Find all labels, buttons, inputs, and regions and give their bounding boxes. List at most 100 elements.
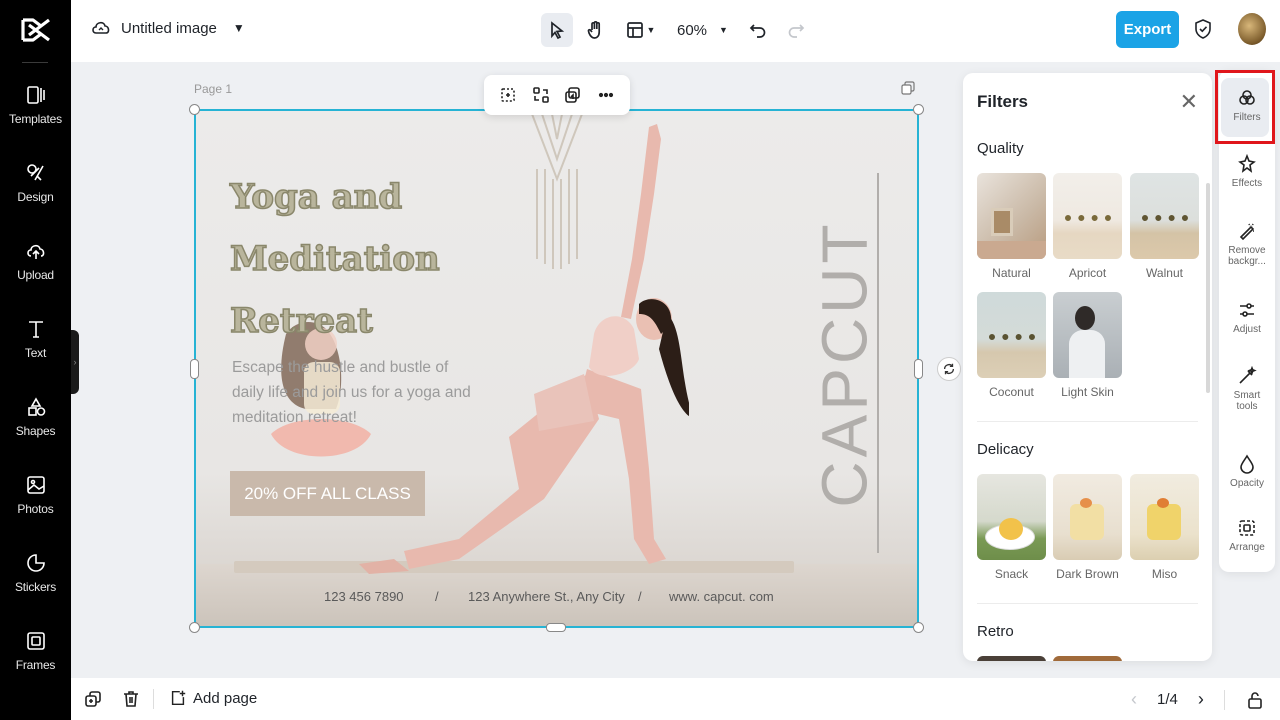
sidebar-item-upload[interactable]: Upload	[0, 240, 71, 306]
duplicate-page-icon[interactable]	[901, 81, 915, 95]
resize-handle-top-right[interactable]	[913, 104, 924, 115]
add-page-icon	[171, 690, 186, 706]
brand-text: CAPCUT	[809, 220, 881, 508]
sidebar-item-frames[interactable]: Frames	[0, 630, 71, 696]
sidebar-item-photos[interactable]: Photos	[0, 474, 71, 540]
chevron-left-icon[interactable]: ‹	[1131, 689, 1137, 710]
filter-thumb-miso[interactable]	[1130, 474, 1199, 560]
chevron-down-icon: ▼	[646, 25, 656, 35]
design-icon	[26, 164, 44, 181]
sidebar-item-templates[interactable]: Templates	[0, 84, 71, 150]
duplicate-button[interactable]	[83, 689, 103, 709]
sidebar-item-label: Stickers	[14, 580, 57, 594]
resize-handle-right[interactable]	[914, 359, 923, 379]
select-tool-button[interactable]	[541, 13, 573, 47]
adjust-icon	[1240, 303, 1254, 317]
sidebar-item-label: Design	[17, 190, 54, 204]
sidebar-item-text[interactable]: Text	[0, 318, 71, 384]
chevron-right-icon[interactable]: ›	[1198, 689, 1204, 710]
resize-handle-bottom-left[interactable]	[189, 622, 200, 633]
crop-icon[interactable]	[499, 86, 517, 104]
cloud-sync-icon	[92, 21, 110, 34]
rail-item-label: Arrange	[1229, 542, 1265, 553]
close-icon[interactable]: ✕	[1180, 89, 1198, 115]
section-title-quality: Quality	[977, 140, 1024, 157]
cake-decoration	[1147, 504, 1181, 540]
heading-line-3[interactable]: Retreat	[229, 300, 373, 342]
resize-handle-bottom[interactable]	[546, 623, 566, 632]
contact-address[interactable]: 123 Anywhere St., Any City	[468, 589, 625, 604]
filter-thumb-dark-brown[interactable]	[1053, 474, 1122, 560]
filter-label: Snack	[994, 567, 1029, 581]
chevron-down-icon: ▼	[232, 21, 245, 35]
more-icon[interactable]	[597, 86, 615, 104]
duplicate-icon	[85, 691, 101, 707]
rail-item-arrange[interactable]: Arrange	[1219, 518, 1275, 553]
chevron-down-icon: ▼	[719, 25, 728, 35]
top-bar: Untitled image ▼ ▼ 60% ▼ Export	[71, 0, 1280, 62]
contact-phone[interactable]: 123 456 7890	[324, 589, 404, 604]
filter-thumb-walnut[interactable]	[1130, 173, 1199, 259]
section-divider	[977, 421, 1198, 422]
rail-item-label: Remove backgr...	[1228, 245, 1266, 267]
zoom-control[interactable]: 60% ▼	[669, 22, 736, 39]
filter-thumb-light-skin[interactable]	[1053, 292, 1122, 378]
filters-header: Filters ✕	[963, 73, 1212, 130]
zoom-value: 60%	[677, 21, 708, 39]
rail-item-effects[interactable]: Effects	[1219, 154, 1275, 189]
sidebar-item-design[interactable]: Design	[0, 162, 71, 228]
hand-icon	[587, 21, 601, 39]
undo-button[interactable]	[742, 13, 774, 47]
filter-label: Coconut	[989, 385, 1034, 399]
sidebar-item-stickers[interactable]: Stickers	[0, 552, 71, 618]
shapes-icon	[27, 397, 45, 416]
remove-background-icon	[1239, 223, 1255, 241]
shield-icon[interactable]	[1192, 18, 1214, 40]
design-canvas[interactable]: Yoga and Meditation Retreat Escape the h…	[194, 109, 919, 628]
scrollbar[interactable]	[1206, 183, 1210, 393]
contact-website[interactable]: www. capcut. com	[669, 589, 774, 604]
layout-icon	[626, 22, 643, 38]
filter-thumb-natural[interactable]	[977, 173, 1046, 259]
section-divider	[977, 603, 1198, 604]
resize-handle-top-left[interactable]	[189, 104, 200, 115]
fruit-decoration	[1157, 498, 1169, 508]
filter-thumb-coconut[interactable]	[977, 292, 1046, 378]
filter-thumb-apricot[interactable]	[1053, 173, 1122, 259]
rail-item-remove-background[interactable]: Remove backgr...	[1219, 221, 1275, 267]
filter-thumb-retro-2[interactable]	[1053, 656, 1122, 661]
sidebar-collapse-toggle[interactable]: ›	[71, 330, 79, 394]
document-title[interactable]: Untitled image ▼	[91, 18, 245, 38]
redo-button[interactable]	[780, 13, 812, 47]
rail-item-adjust[interactable]: Adjust	[1219, 300, 1275, 335]
photos-icon	[26, 476, 45, 494]
document-title-text: Untitled image	[121, 19, 217, 37]
discount-badge[interactable]: 20% OFF ALL CLASS	[230, 471, 425, 516]
layout-tool-button[interactable]: ▼	[617, 13, 663, 47]
resize-handle-left[interactable]	[190, 359, 199, 379]
heading-line-2[interactable]: Meditation	[229, 238, 440, 280]
smart-tools-icon	[1239, 366, 1257, 384]
hand-tool-button[interactable]	[579, 13, 611, 47]
sidebar-item-shapes[interactable]: Shapes	[0, 396, 71, 462]
rail-item-smart-tools[interactable]: Smart tools	[1219, 366, 1275, 412]
heading-line-1[interactable]: Yoga and	[229, 176, 403, 218]
redo-icon	[788, 24, 805, 38]
brand-vertical-text[interactable]: CAPCUT	[809, 189, 881, 539]
replace-icon[interactable]	[532, 86, 550, 104]
avatar[interactable]	[1238, 13, 1266, 45]
copy-icon[interactable]	[564, 86, 582, 104]
filter-thumb-retro-1[interactable]	[977, 656, 1046, 661]
rail-item-opacity[interactable]: Opacity	[1219, 454, 1275, 489]
delete-button[interactable]	[121, 689, 141, 709]
body-text[interactable]: Escape the hustle and bustle of daily li…	[232, 355, 482, 430]
section-title-retro: Retro	[977, 623, 1014, 640]
export-button[interactable]: Export	[1116, 11, 1179, 48]
filter-thumb-snack[interactable]	[977, 474, 1046, 560]
unlock-icon[interactable]	[1245, 690, 1265, 710]
resize-handle-bottom-right[interactable]	[913, 622, 924, 633]
rotate-handle[interactable]	[937, 357, 961, 381]
page-label: Page 1	[194, 82, 233, 96]
add-page-button[interactable]: Add page	[169, 689, 257, 707]
capcut-logo-icon[interactable]	[17, 14, 53, 46]
